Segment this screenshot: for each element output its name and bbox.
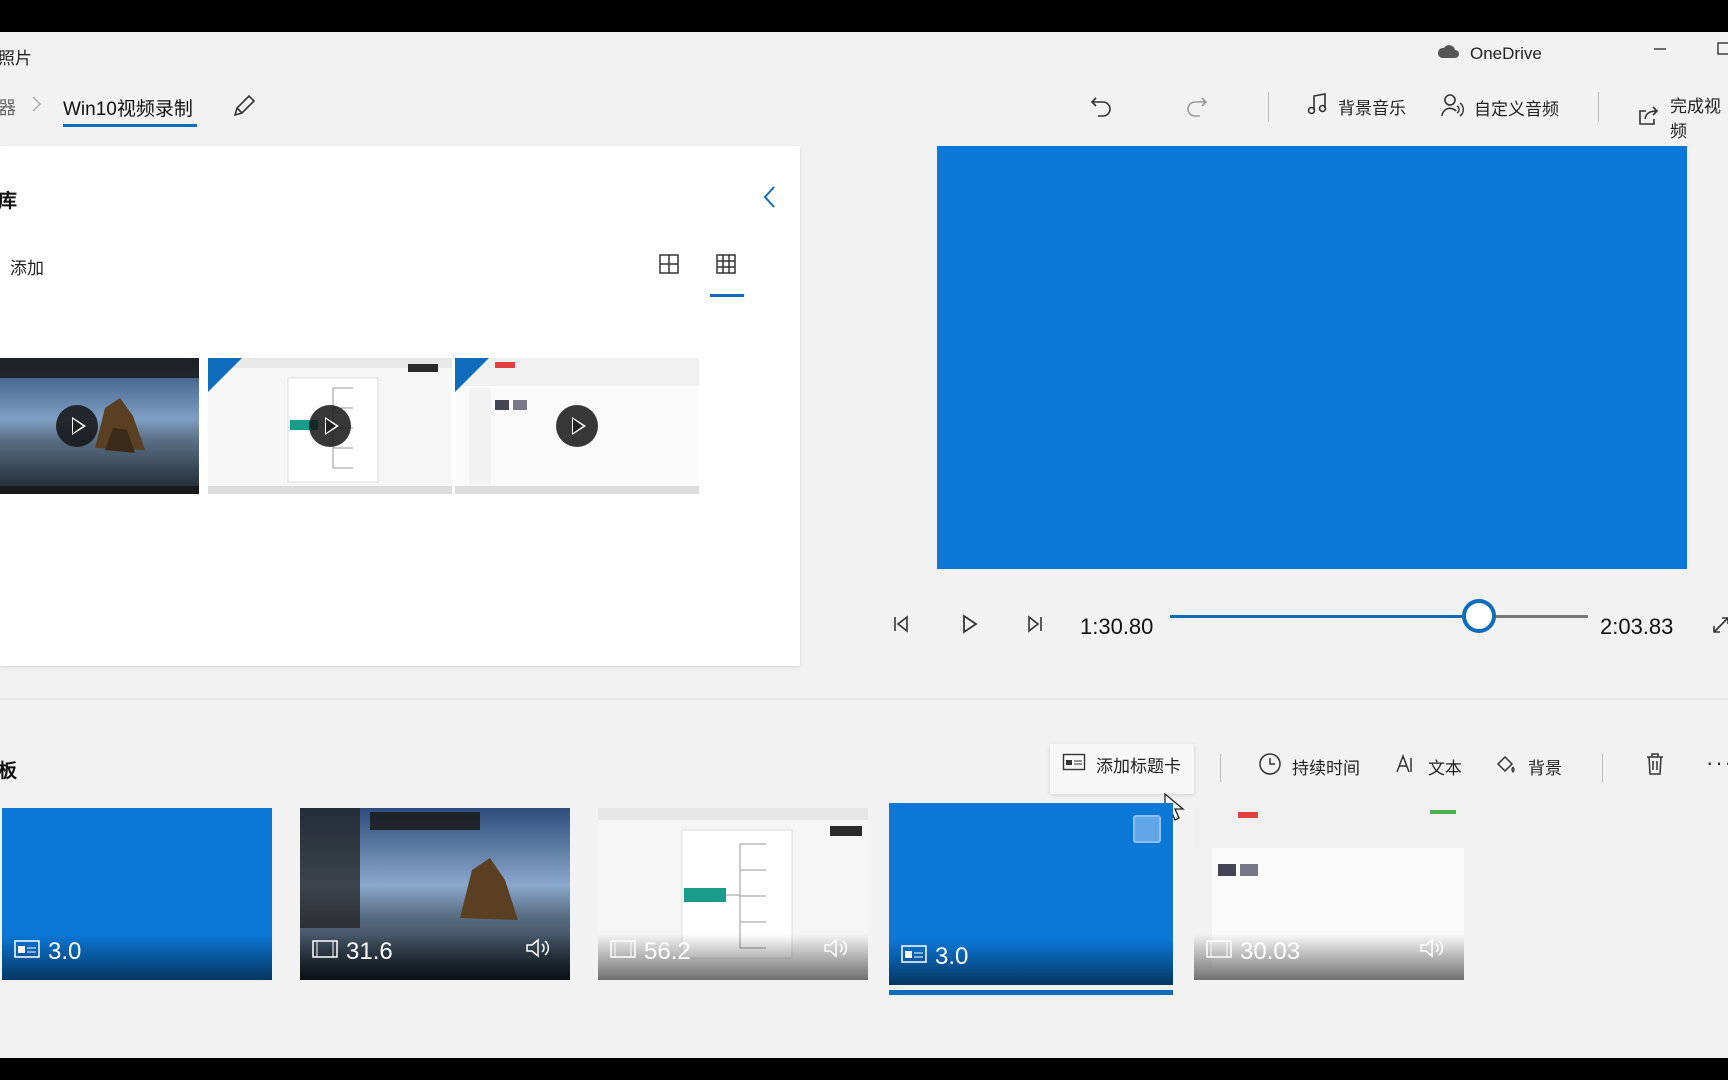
play-button-icon[interactable] bbox=[958, 612, 980, 641]
storyboard-toolbar-divider bbox=[1220, 754, 1221, 782]
clip-select-checkbox[interactable] bbox=[1133, 815, 1161, 843]
text-label: 文本 bbox=[1428, 759, 1462, 778]
background-label: 背景 bbox=[1528, 759, 1562, 778]
active-view-indicator bbox=[710, 294, 744, 297]
selected-clip-indicator bbox=[889, 990, 1173, 995]
editor-toolbar: 器 Win10视频录制 背景音乐 自定义音频 完成视频 bbox=[0, 84, 1728, 141]
current-time: 1:30.80 bbox=[1080, 614, 1154, 639]
background-music-label: 背景音乐 bbox=[1338, 99, 1406, 118]
screen-border bbox=[0, 1058, 1728, 1080]
add-title-card-label: 添加标题卡 bbox=[1096, 757, 1181, 776]
title-card-clip-icon bbox=[14, 939, 40, 964]
landscape-thumbnail-image bbox=[0, 358, 199, 494]
storyboard-clip[interactable]: 3.0 bbox=[2, 808, 272, 980]
seek-slider-progress bbox=[1170, 615, 1479, 618]
onedrive-label: OneDrive bbox=[1470, 43, 1542, 63]
toolbar-divider bbox=[1598, 92, 1599, 122]
storyboard-clip-selected[interactable]: 3.0 bbox=[889, 803, 1173, 985]
clock-icon bbox=[1258, 752, 1282, 781]
project-library-panel: 库 添加 bbox=[0, 146, 800, 666]
play-icon[interactable] bbox=[556, 405, 598, 447]
clip-duration: 3.0 bbox=[48, 938, 82, 965]
breadcrumb-chevron-icon bbox=[30, 94, 42, 119]
video-clip-icon bbox=[610, 939, 636, 964]
video-clip-icon bbox=[1206, 939, 1232, 964]
video-preview[interactable] bbox=[937, 146, 1687, 569]
finish-video-button[interactable]: 完成视频 bbox=[1636, 92, 1728, 142]
minimize-button[interactable] bbox=[1652, 40, 1668, 61]
paint-bucket-icon bbox=[1494, 752, 1518, 781]
seek-slider[interactable] bbox=[1170, 615, 1588, 618]
duration-label: 持续时间 bbox=[1292, 759, 1360, 778]
speaker-icon[interactable] bbox=[1418, 937, 1446, 964]
clip-duration: 3.0 bbox=[935, 943, 969, 970]
library-video-thumbnail[interactable] bbox=[455, 358, 699, 494]
collapse-chevron-icon[interactable] bbox=[760, 182, 780, 217]
photos-video-editor: 照片 OneDrive 器 Win10视频录制 背景音乐 自定义音频 完成视频 … bbox=[0, 32, 1728, 1058]
library-video-thumbnail[interactable] bbox=[208, 358, 452, 494]
clip-footer bbox=[889, 939, 1173, 985]
toolbar-divider bbox=[1268, 92, 1269, 122]
clip-duration: 31.6 bbox=[346, 938, 393, 965]
delete-trash-icon[interactable] bbox=[1644, 752, 1666, 776]
cloud-icon bbox=[1436, 43, 1460, 64]
background-music-button[interactable]: 背景音乐 bbox=[1306, 92, 1406, 121]
onedrive-button[interactable]: OneDrive bbox=[1436, 43, 1542, 64]
background-button[interactable]: 背景 bbox=[1494, 752, 1562, 781]
text-icon bbox=[1394, 752, 1418, 781]
library-add-button[interactable]: 添加 bbox=[10, 254, 44, 279]
finish-video-label: 完成视频 bbox=[1670, 97, 1721, 141]
project-name[interactable]: Win10视频录制 bbox=[63, 94, 193, 121]
text-button[interactable]: 文本 bbox=[1394, 752, 1462, 781]
duration-button[interactable]: 持续时间 bbox=[1258, 752, 1360, 781]
seek-slider-thumb[interactable] bbox=[1462, 599, 1496, 633]
undo-icon[interactable] bbox=[1088, 92, 1114, 125]
add-title-card-button[interactable]: 添加标题卡 bbox=[1062, 752, 1181, 777]
play-icon[interactable] bbox=[56, 405, 98, 447]
selection-corner-icon bbox=[455, 358, 489, 392]
clip-duration: 30.03 bbox=[1240, 938, 1301, 965]
selection-corner-icon bbox=[208, 358, 242, 392]
storyboard-title: 板 bbox=[0, 761, 18, 782]
storyboard-toolbar-divider bbox=[1602, 754, 1603, 782]
custom-audio-label: 自定义音频 bbox=[1474, 100, 1559, 119]
share-icon bbox=[1636, 103, 1660, 132]
clip-duration: 56.2 bbox=[644, 938, 691, 965]
rename-pencil-icon[interactable] bbox=[230, 92, 258, 125]
title-bar: 照片 OneDrive bbox=[0, 32, 1728, 78]
person-audio-icon bbox=[1440, 92, 1464, 123]
storyboard-clip[interactable]: 31.6 bbox=[300, 808, 570, 980]
video-clip-icon bbox=[312, 939, 338, 964]
total-time: 2:03.83 bbox=[1600, 614, 1674, 639]
library-title: 库 bbox=[0, 191, 18, 212]
breadcrumb-prev[interactable]: 器 bbox=[0, 94, 16, 120]
app-title: 照片 bbox=[0, 49, 32, 68]
maximize-button[interactable] bbox=[1716, 40, 1728, 61]
fullscreen-expand-icon[interactable] bbox=[1710, 612, 1728, 641]
custom-audio-button[interactable]: 自定义音频 bbox=[1440, 92, 1559, 123]
redo-icon[interactable] bbox=[1184, 92, 1210, 125]
project-name-underline bbox=[63, 124, 197, 127]
more-options-icon[interactable]: ··· bbox=[1706, 750, 1728, 776]
small-grid-view-icon[interactable] bbox=[714, 252, 738, 281]
clip-footer bbox=[2, 934, 272, 980]
storyboard-clip[interactable]: 56.2 bbox=[598, 808, 868, 980]
speaker-icon[interactable] bbox=[822, 937, 850, 964]
storyboard-clip[interactable]: 30.03 bbox=[1194, 808, 1464, 980]
title-card-icon bbox=[1062, 752, 1086, 777]
library-video-thumbnail[interactable] bbox=[0, 358, 199, 494]
title-card-clip-icon bbox=[901, 944, 927, 969]
play-icon[interactable] bbox=[309, 405, 351, 447]
music-note-icon bbox=[1306, 92, 1328, 121]
large-grid-view-icon[interactable] bbox=[657, 252, 681, 281]
speaker-icon[interactable] bbox=[524, 937, 552, 964]
previous-frame-icon[interactable] bbox=[890, 612, 912, 641]
next-frame-icon[interactable] bbox=[1024, 612, 1046, 641]
